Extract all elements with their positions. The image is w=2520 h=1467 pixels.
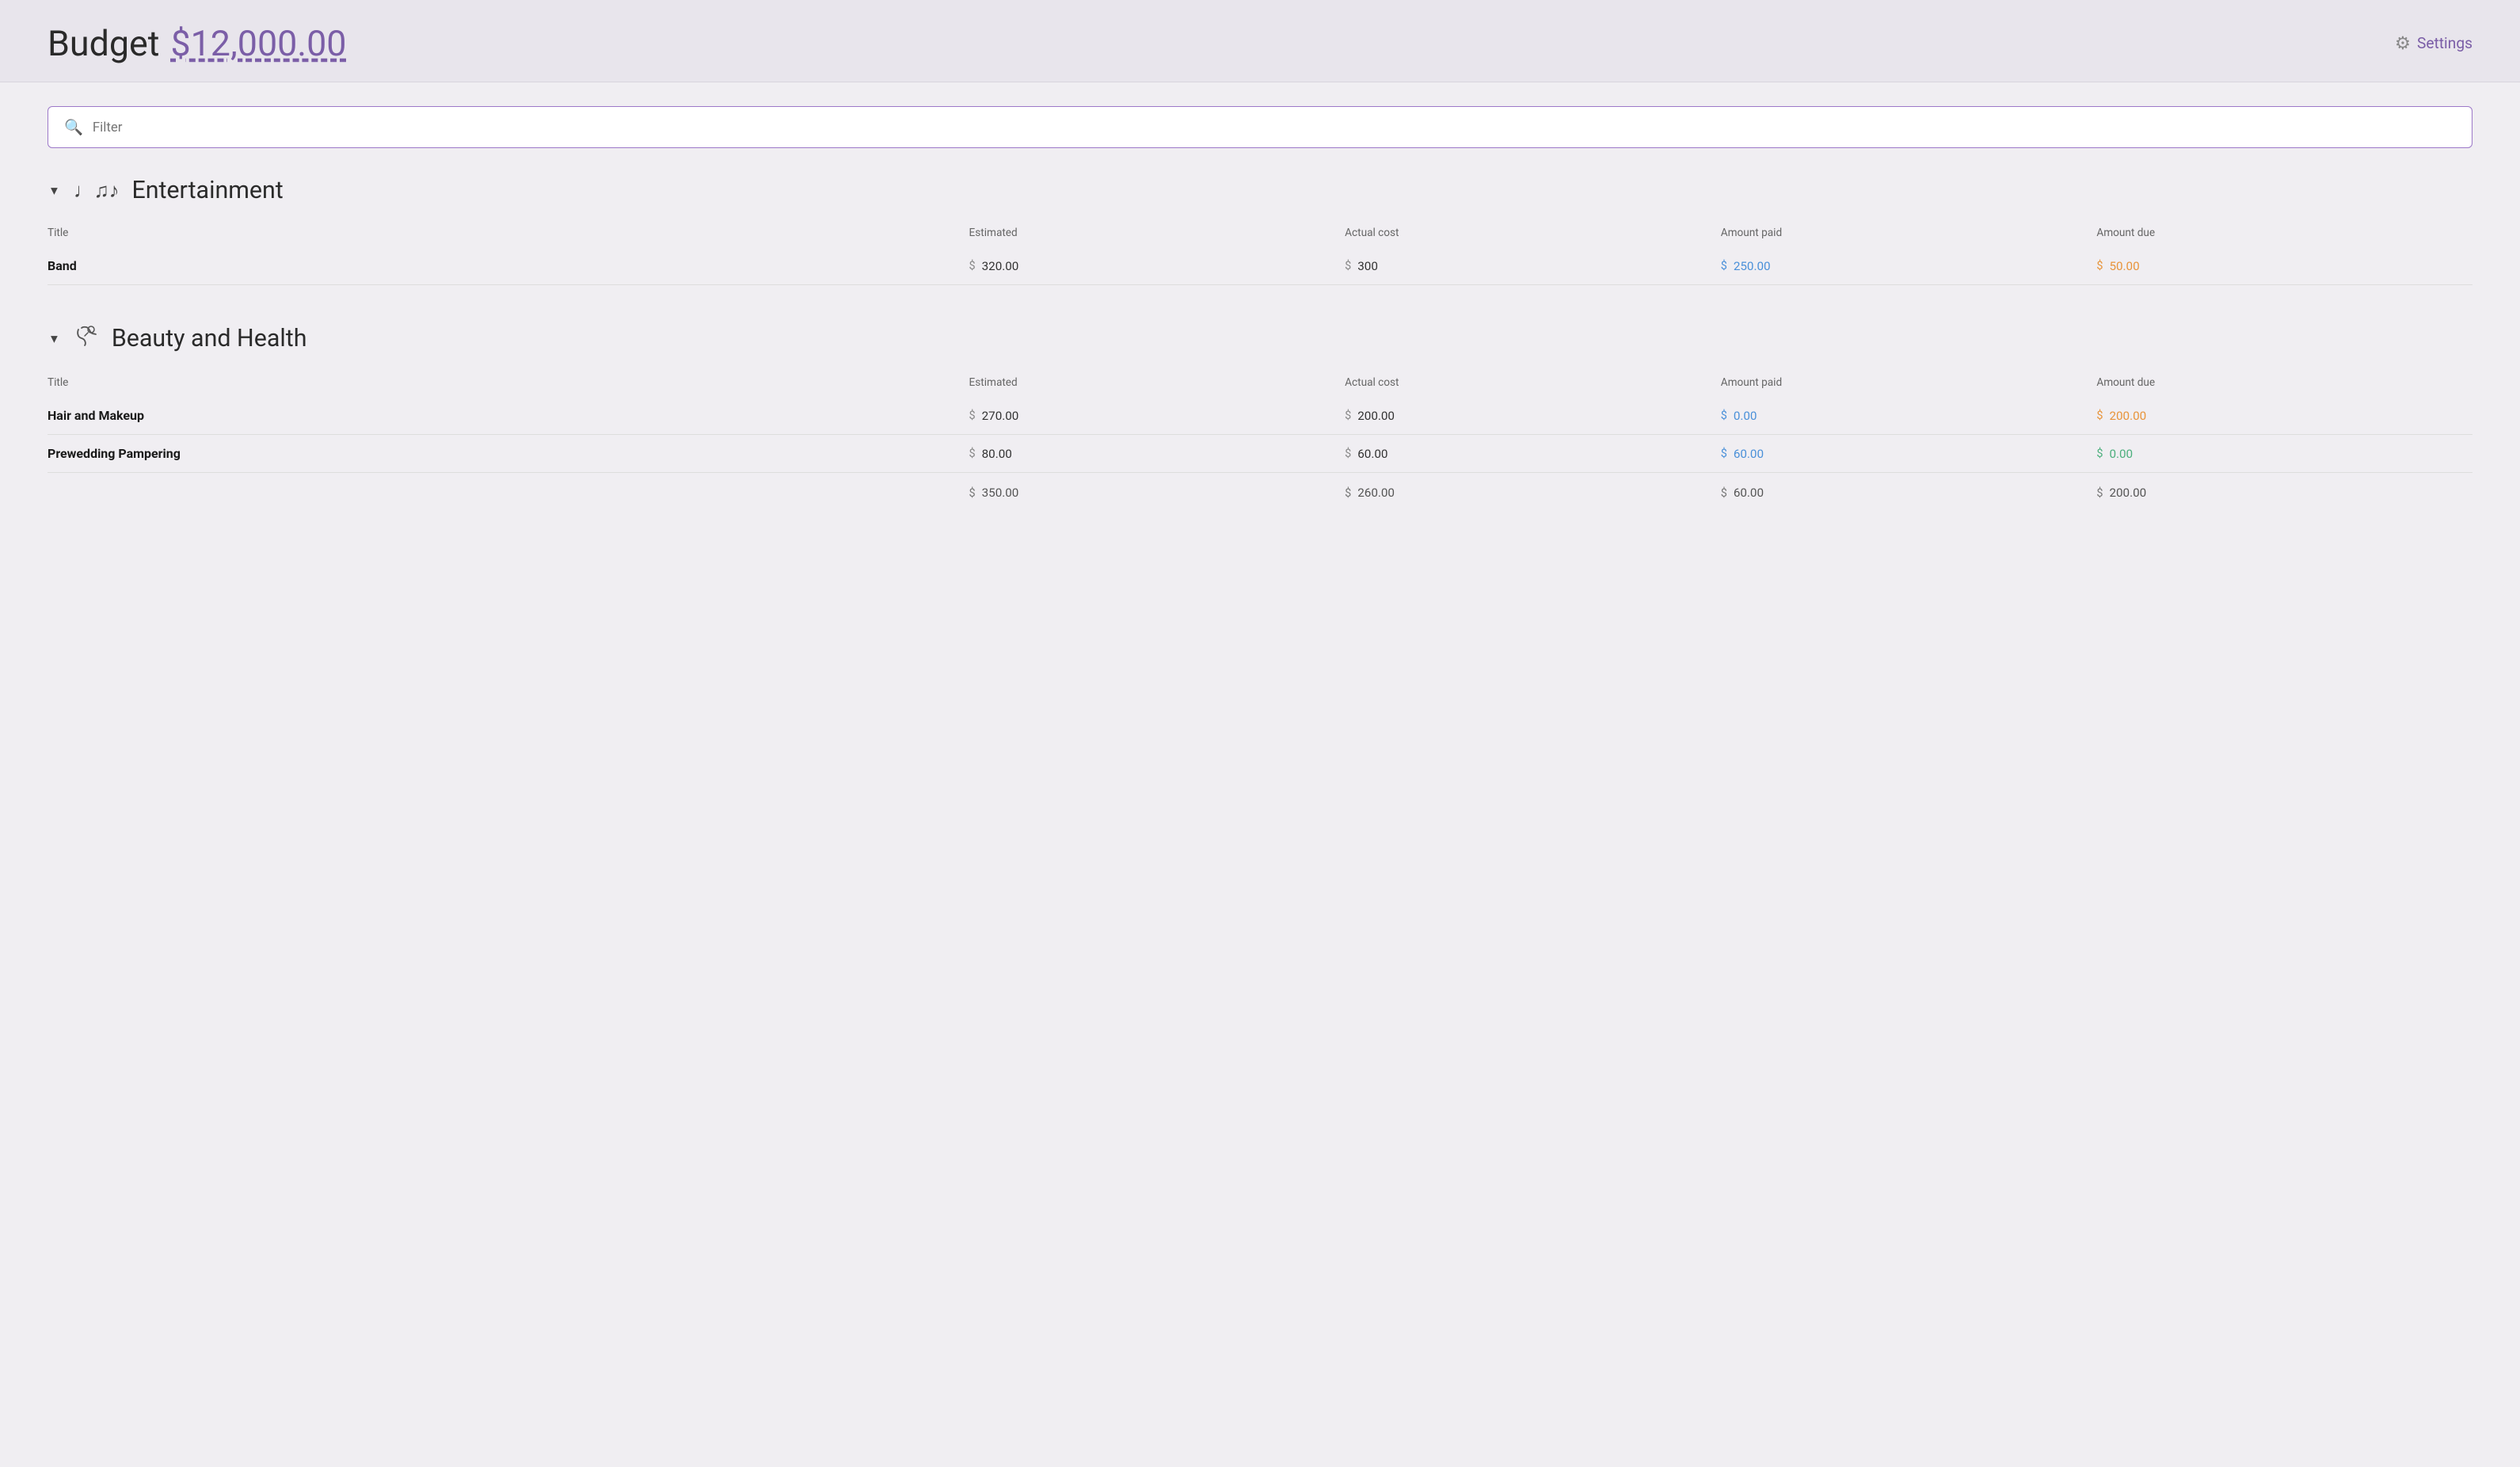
estimated-value: 80.00 [982, 447, 1012, 461]
item-title[interactable]: Band [48, 258, 77, 273]
due-cell: $ 0.00 [2096, 447, 2472, 461]
actual-cell: $ 200.00 [1345, 409, 1721, 423]
col-due-1: Amount due [2096, 370, 2472, 397]
settings-button[interactable]: ⚙ Settings [2395, 33, 2472, 54]
gear-icon: ⚙ [2395, 33, 2411, 54]
budget-label: Budget [48, 22, 159, 64]
budget-title: Budget $12,000.00 [48, 22, 346, 64]
paid-value: 250.00 [1734, 259, 1771, 273]
entertainment-icon: ♩♫♪ [74, 179, 120, 203]
beauty-health-section-title: Beauty and Health [112, 325, 307, 352]
beauty-health-icon [74, 323, 99, 354]
actual-cell: $ 60.00 [1345, 447, 1721, 461]
due-value: 50.00 [2109, 259, 2139, 273]
beauty-health-totals-row: $ 350.00 $ 260.00 $ 60.00 [48, 473, 2472, 512]
table-row: Prewedding Pampering $ 80.00 $ 60.00 [48, 435, 2472, 473]
col-paid-0: Amount paid [1721, 220, 2097, 247]
col-title-0: Title [48, 220, 969, 247]
total-estimated-value: 350.00 [982, 486, 1019, 500]
entertainment-section: ▾ ♩♫♪ Entertainment Title Estimated Actu… [48, 177, 2472, 285]
beauty-health-table: Title Estimated Actual cost Amount paid … [48, 370, 2472, 511]
total-actual-cell: $ 260.00 [1345, 486, 1721, 500]
due-value: 0.00 [2109, 447, 2133, 461]
entertainment-table-header: Title Estimated Actual cost Amount paid … [48, 220, 2472, 247]
estimated-cell: $ 270.00 [969, 409, 1346, 423]
due-value: 200.00 [2109, 409, 2146, 423]
estimated-value: 270.00 [982, 409, 1019, 423]
entertainment-collapse-button[interactable]: ▾ [48, 179, 61, 202]
page-header: Budget $12,000.00 ⚙ Settings [0, 0, 2520, 82]
paid-value: 0.00 [1734, 409, 1757, 423]
total-paid-cell: $ 60.00 [1721, 486, 2097, 500]
actual-value: 60.00 [1357, 447, 1388, 461]
paid-cell: $ 250.00 [1721, 259, 2097, 273]
estimated-cell: $ 80.00 [969, 447, 1346, 461]
beauty-health-section: ▾ Beauty and Health Title Estimated Actu… [48, 323, 2472, 511]
due-cell: $ 200.00 [2096, 409, 2472, 423]
table-row: Band $ 320.00 $ 300 [48, 247, 2472, 285]
col-paid-1: Amount paid [1721, 370, 2097, 397]
filter-bar: 🔍 [48, 106, 2472, 148]
settings-label: Settings [2417, 34, 2472, 52]
total-actual-value: 260.00 [1357, 486, 1395, 500]
total-paid-value: 60.00 [1734, 486, 1764, 500]
total-due-value: 200.00 [2109, 486, 2146, 500]
estimated-value: 320.00 [982, 259, 1019, 273]
actual-value: 200.00 [1357, 409, 1395, 423]
entertainment-table: Title Estimated Actual cost Amount paid … [48, 220, 2472, 285]
item-title[interactable]: Hair and Makeup [48, 408, 144, 423]
col-actual-0: Actual cost [1345, 220, 1721, 247]
paid-cell: $ 0.00 [1721, 409, 2097, 423]
filter-input[interactable] [93, 120, 2456, 135]
item-title[interactable]: Prewedding Pampering [48, 446, 181, 461]
estimated-cell: $ 320.00 [969, 259, 1346, 273]
entertainment-section-title: Entertainment [131, 177, 283, 204]
col-estimated-1: Estimated [969, 370, 1346, 397]
main-content: 🔍 ▾ ♩♫♪ Entertainment Title Estimated Ac… [0, 82, 2520, 573]
total-estimated-cell: $ 350.00 [969, 486, 1346, 500]
entertainment-section-header: ▾ ♩♫♪ Entertainment [48, 177, 2472, 204]
due-cell: $ 50.00 [2096, 259, 2472, 273]
actual-value: 300 [1357, 259, 1378, 273]
col-estimated-0: Estimated [969, 220, 1346, 247]
col-due-0: Amount due [2096, 220, 2472, 247]
beauty-health-collapse-button[interactable]: ▾ [48, 327, 61, 350]
paid-cell: $ 60.00 [1721, 447, 2097, 461]
total-due-cell: $ 200.00 [2096, 486, 2472, 500]
search-icon: 🔍 [64, 118, 83, 136]
col-title-1: Title [48, 370, 969, 397]
beauty-health-table-header: Title Estimated Actual cost Amount paid … [48, 370, 2472, 397]
budget-amount[interactable]: $12,000.00 [170, 22, 346, 64]
beauty-health-section-header: ▾ Beauty and Health [48, 323, 2472, 354]
col-actual-1: Actual cost [1345, 370, 1721, 397]
table-row: Hair and Makeup $ 270.00 $ 200.00 [48, 397, 2472, 435]
paid-value: 60.00 [1734, 447, 1764, 461]
actual-cell: $ 300 [1345, 259, 1721, 273]
